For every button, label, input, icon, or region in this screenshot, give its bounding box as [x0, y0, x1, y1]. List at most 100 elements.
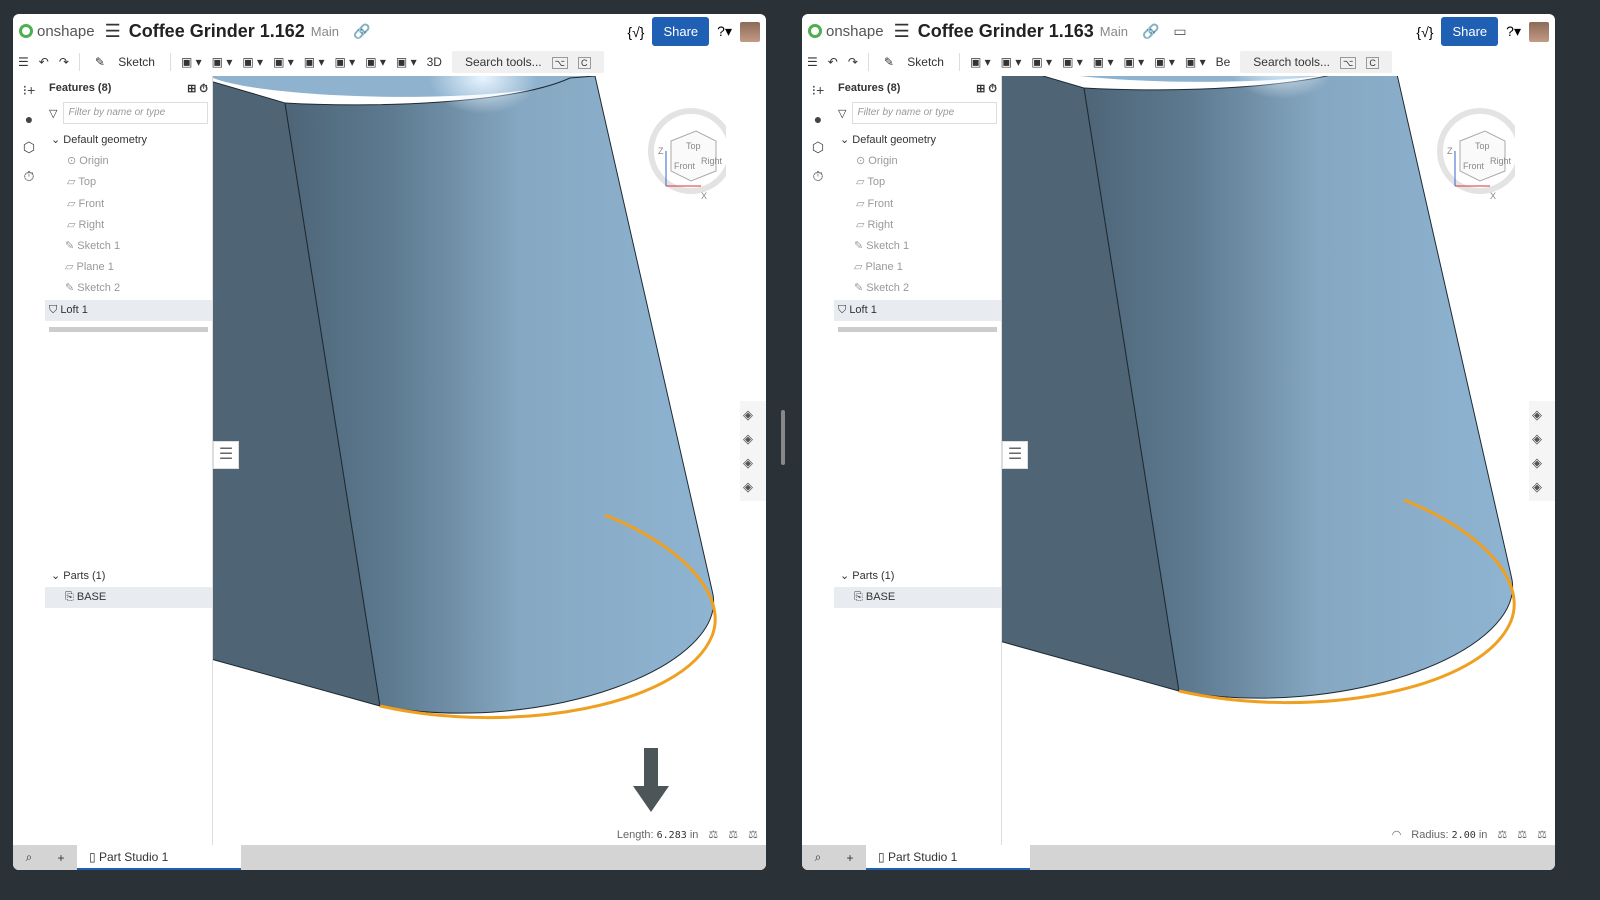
history-icon[interactable]: ⏱	[813, 168, 824, 185]
feature-list-icon[interactable]: ☰	[807, 55, 818, 69]
feature-item[interactable]: ⌄ Default geometry	[45, 130, 212, 151]
part-item[interactable]: ⎘ BASE	[834, 587, 1001, 608]
feature-scrollbar[interactable]	[49, 326, 208, 332]
feature-item[interactable]: ▱ Right	[834, 215, 1001, 236]
cube-label[interactable]: Top	[686, 141, 701, 151]
search-tools-button[interactable]: Search tools... ⌥ C	[1240, 51, 1392, 73]
mate-icon[interactable]: ▣ ▾	[1154, 55, 1175, 69]
feature-item[interactable]: ▱ Plane 1	[45, 257, 212, 278]
feature-item[interactable]: ✎ Sketch 1	[834, 236, 1001, 257]
add-tab-icon[interactable]: +	[834, 851, 866, 865]
feature-actions-icon[interactable]: ⊞ ⏱	[976, 82, 997, 96]
view-cube[interactable]: Top Front Right Z X	[646, 96, 726, 201]
mass-icon[interactable]: ⚖	[1517, 828, 1527, 841]
comment-icon[interactable]: ●	[814, 111, 822, 127]
units-icon[interactable]: ⚖	[1497, 828, 1507, 841]
parts-header[interactable]: ⌄ Parts (1)	[834, 566, 1001, 587]
appearance-icon[interactable]: ◈	[1532, 407, 1552, 423]
surface-icon[interactable]: ▣ ▾	[1185, 55, 1206, 69]
feature-item[interactable]: ⌄ Default geometry	[834, 130, 1001, 151]
view-mode-button[interactable]: 3D	[427, 55, 442, 69]
link-icon[interactable]: 🔗	[353, 23, 370, 40]
folder-icon[interactable]: ▭	[1173, 23, 1186, 40]
search-tools-button[interactable]: Search tools... ⌥ C	[451, 51, 604, 73]
avatar[interactable]	[1529, 21, 1549, 42]
variables-icon[interactable]: {√}	[1416, 24, 1433, 40]
feature-list-icon[interactable]: ☰	[18, 55, 29, 69]
share-button[interactable]: Share	[652, 17, 710, 46]
link-icon[interactable]: 🔗	[1142, 23, 1159, 40]
feature-panel-toggle[interactable]: ☰	[213, 441, 239, 469]
help-icon[interactable]: ?▾	[1506, 23, 1521, 40]
insert-icon[interactable]: ⁝+	[812, 82, 825, 99]
feature-item[interactable]: ⛉ Loft 1	[834, 299, 1001, 321]
extrude-icon[interactable]: ▣ ▾	[181, 55, 202, 69]
display-icon[interactable]: ◈	[1532, 455, 1552, 471]
feature-actions-icon[interactable]: ⊞ ⏱	[187, 82, 208, 96]
menu-icon[interactable]: ☰	[894, 21, 910, 42]
plane-icon[interactable]: ▣ ▾	[1123, 55, 1144, 69]
variables-icon[interactable]: {√}	[627, 24, 644, 40]
undo-icon[interactable]: ↶	[39, 55, 49, 69]
tab-part-studio[interactable]: ▯ Part Studio 1	[866, 845, 1030, 870]
menu-icon[interactable]: ☰	[105, 21, 121, 42]
measure-icon[interactable]: ⚖	[748, 828, 758, 841]
feature-item[interactable]: ▱ Front	[834, 194, 1001, 215]
filter-icon[interactable]: ▽	[838, 107, 846, 120]
feature-item[interactable]: ▱ Front	[45, 194, 212, 215]
split-divider[interactable]	[781, 410, 785, 465]
mate-icon[interactable]: ▣ ▾	[365, 55, 386, 69]
cube-label[interactable]: X	[701, 191, 707, 201]
cube-label[interactable]: Z	[658, 146, 664, 156]
filter-input[interactable]: Filter by name or type	[852, 102, 997, 124]
branch-name[interactable]: Main	[1100, 24, 1128, 39]
onshape-logo[interactable]: onshape	[19, 23, 95, 40]
parts-icon[interactable]: ⬡	[23, 139, 35, 156]
cube-label[interactable]: Front	[1463, 161, 1484, 171]
pattern-icon[interactable]: ▣ ▾	[1031, 55, 1052, 69]
search-tabs-icon[interactable]: ⌕	[13, 850, 45, 865]
search-tabs-icon[interactable]: ⌕	[802, 850, 834, 865]
onshape-logo[interactable]: onshape	[808, 23, 884, 40]
cube-label[interactable]: Front	[674, 161, 695, 171]
view-mode-button[interactable]: Be	[1216, 55, 1231, 69]
feature-item[interactable]: ▱ Top	[45, 172, 212, 193]
document-title[interactable]: Coffee Grinder 1.163	[918, 21, 1094, 42]
measure-icon[interactable]: ⚖	[1537, 828, 1547, 841]
feature-item[interactable]: ✎ Sketch 2	[834, 278, 1001, 299]
pattern-icon[interactable]: ▣ ▾	[242, 55, 263, 69]
feature-scrollbar[interactable]	[838, 326, 997, 332]
redo-icon[interactable]: ↷	[848, 55, 858, 69]
redo-icon[interactable]: ↷	[59, 55, 69, 69]
shell-icon[interactable]: ▣ ▾	[1001, 55, 1022, 69]
appearance-icon[interactable]: ◈	[743, 407, 763, 423]
variables-icon[interactable]: ◈	[1532, 479, 1552, 495]
feature-item[interactable]: ▱ Top	[834, 172, 1001, 193]
cube-label[interactable]: Top	[1475, 141, 1490, 151]
extrude-icon[interactable]: ▣ ▾	[970, 55, 991, 69]
section-view-icon[interactable]: ◈	[743, 431, 763, 447]
undo-icon[interactable]: ↶	[828, 55, 838, 69]
cube-label[interactable]: X	[1490, 191, 1496, 201]
feature-panel-toggle[interactable]: ☰	[1002, 441, 1028, 469]
shell-icon[interactable]: ▣ ▾	[212, 55, 233, 69]
fillet-icon[interactable]: ▣ ▾	[1093, 55, 1114, 69]
boolean-icon[interactable]: ▣ ▾	[1062, 55, 1083, 69]
variables-icon[interactable]: ◈	[743, 479, 763, 495]
viewport[interactable]: Top Front Right Z X ◈ ◈ ◈ ◈ ☰ Length: 6.283 in ⚖ ⚖ ⚖	[213, 76, 766, 845]
sketch-button[interactable]: ✎ Sketch	[879, 55, 949, 69]
document-title[interactable]: Coffee Grinder 1.162	[129, 21, 305, 42]
share-button[interactable]: Share	[1441, 17, 1499, 46]
insert-icon[interactable]: ⁝+	[23, 82, 36, 99]
viewport[interactable]: Top Front Right Z X ◈ ◈ ◈ ◈ ☰ ◠ Radius: 2.00 in ⚖ ⚖ ⚖	[1002, 76, 1555, 845]
sketch-button[interactable]: ✎ Sketch	[90, 55, 160, 69]
comment-icon[interactable]: ●	[25, 111, 33, 127]
feature-item[interactable]: ⛉ Loft 1	[45, 299, 212, 321]
feature-item[interactable]: ⊙ Origin	[45, 151, 212, 172]
part-item[interactable]: ⎘ BASE	[45, 587, 212, 608]
branch-name[interactable]: Main	[311, 24, 339, 39]
units-icon[interactable]: ⚖	[708, 828, 718, 841]
filter-input[interactable]: Filter by name or type	[63, 102, 208, 124]
feature-item[interactable]: ✎ Sketch 1	[45, 236, 212, 257]
cube-label[interactable]: Z	[1447, 146, 1453, 156]
